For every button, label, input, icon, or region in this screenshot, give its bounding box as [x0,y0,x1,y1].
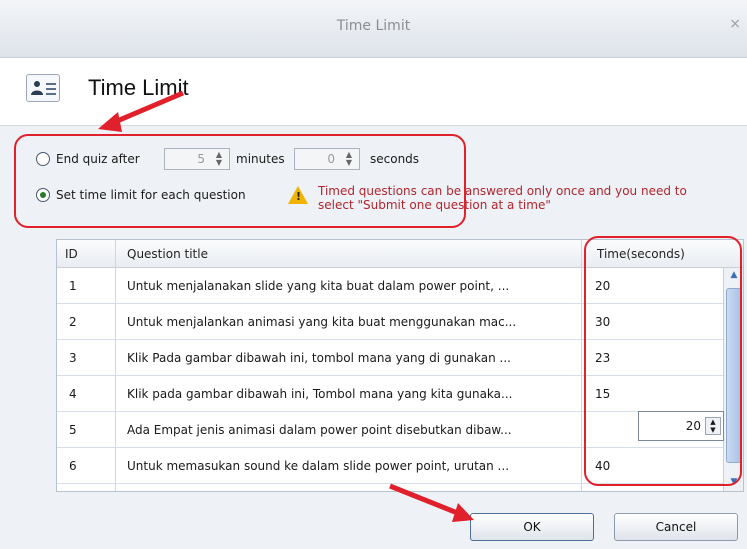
annotation-arrow-ok [389,483,474,522]
annotation-arrow-top [98,90,184,132]
annotation-arrows [98,90,474,522]
